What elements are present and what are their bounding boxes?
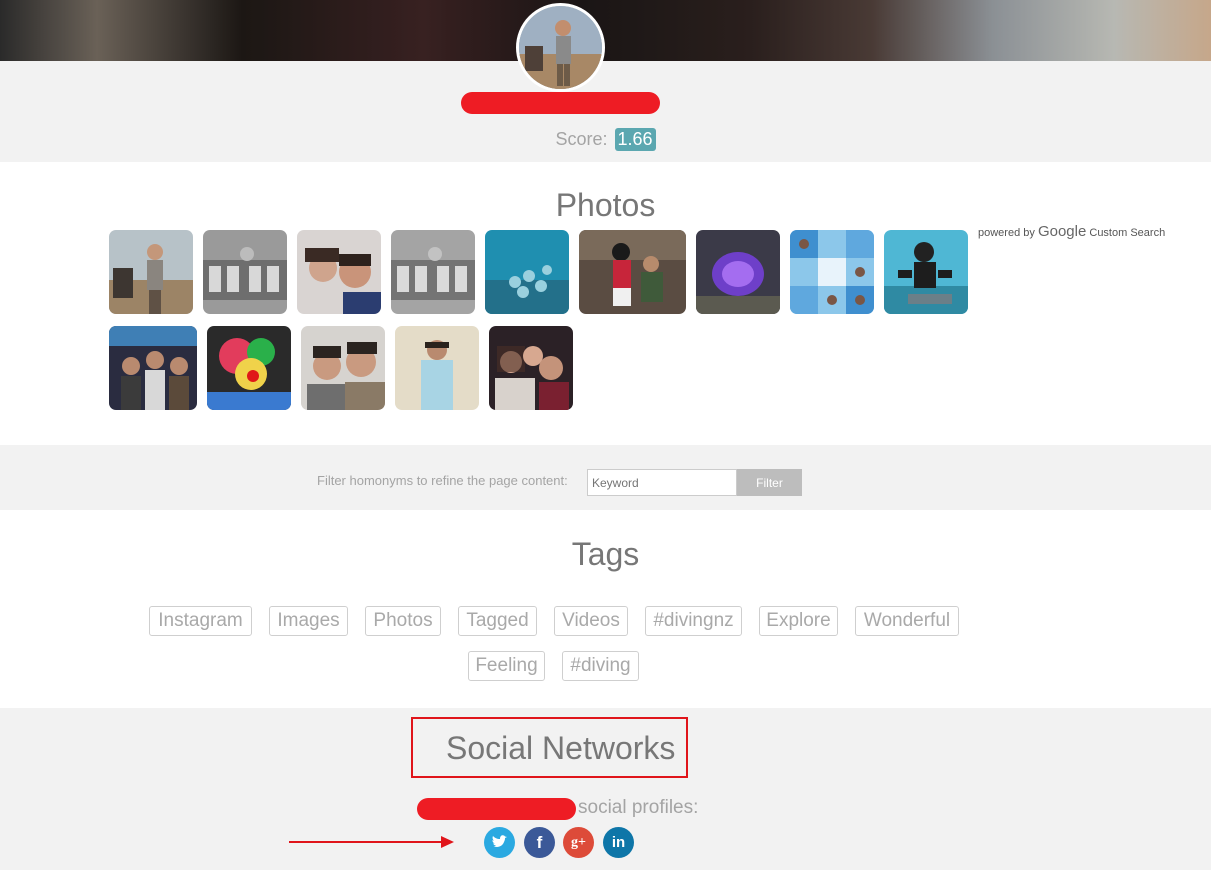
photo-image <box>203 230 287 314</box>
photo-image <box>395 326 479 410</box>
photo-thumbnail[interactable] <box>109 326 197 410</box>
score-badge: 1.66 <box>614 128 656 151</box>
photo-image <box>579 230 686 314</box>
twitter-bird-glyph <box>492 835 507 847</box>
facebook-icon[interactable]: f <box>524 827 555 858</box>
tag-chip[interactable]: Videos <box>554 606 628 636</box>
photo-image <box>109 230 193 314</box>
photo-thumbnail[interactable] <box>391 230 475 314</box>
annotation-arrow <box>289 841 444 843</box>
photo-thumbnail[interactable] <box>301 326 385 410</box>
cover-banner <box>0 0 1211 61</box>
photo-thumbnail[interactable] <box>489 326 573 410</box>
tag-chip[interactable]: Photos <box>365 606 441 636</box>
photo-image <box>109 326 197 410</box>
google-logo: Google <box>1037 223 1087 240</box>
photo-thumbnail[interactable] <box>790 230 874 314</box>
photo-thumbnail[interactable] <box>579 230 686 314</box>
photo-thumbnail[interactable] <box>203 230 287 314</box>
tag-chip[interactable]: Images <box>269 606 348 636</box>
photo-thumbnail[interactable] <box>297 230 381 314</box>
tag-chip[interactable]: #diving <box>562 651 639 681</box>
photo-thumbnail[interactable] <box>395 326 479 410</box>
score-line: Score: 1.66 <box>0 128 1211 151</box>
photo-thumbnail[interactable] <box>207 326 291 410</box>
photo-thumbnail[interactable] <box>696 230 780 314</box>
photo-image <box>696 230 780 314</box>
tag-chip[interactable]: Explore <box>759 606 838 636</box>
photos-section-title: Photos <box>555 187 656 223</box>
tag-chip[interactable]: Instagram <box>149 606 252 636</box>
tag-chip[interactable]: Wonderful <box>855 606 959 636</box>
photo-image <box>485 230 569 314</box>
google-custom-search-badge[interactable]: powered by Google Custom Search <box>978 223 1165 240</box>
redacted-name-mark <box>461 92 660 114</box>
social-networks-title: Social Networks <box>446 730 676 766</box>
powered-by-label: powered by <box>978 227 1035 239</box>
photo-image <box>301 326 385 410</box>
score-label: Score: <box>555 129 608 149</box>
filter-button[interactable]: Filter <box>737 469 802 496</box>
avatar-image <box>519 6 602 89</box>
photo-thumbnail[interactable] <box>884 230 968 314</box>
photo-image <box>207 326 291 410</box>
photo-image <box>297 230 381 314</box>
tag-chip[interactable]: Tagged <box>458 606 537 636</box>
tag-chip[interactable]: Feeling <box>468 651 545 681</box>
filter-label: Filter homonyms to refine the page conte… <box>317 473 568 488</box>
tag-chip[interactable]: #divingnz <box>645 606 742 636</box>
custom-search-label: Custom Search <box>1089 227 1166 239</box>
photo-image <box>790 230 874 314</box>
tags-section-title: Tags <box>571 536 640 572</box>
photo-image <box>391 230 475 314</box>
social-profiles-label: social profiles: <box>578 797 699 818</box>
keyword-input[interactable] <box>587 469 737 496</box>
annotation-arrow-head <box>441 836 454 848</box>
twitter-icon[interactable] <box>484 827 515 858</box>
linkedin-icon[interactable]: in <box>603 827 634 858</box>
photo-image <box>884 230 968 314</box>
photo-image <box>489 326 573 410</box>
photo-thumbnail[interactable] <box>485 230 569 314</box>
google-plus-icon[interactable]: g+ <box>563 827 594 858</box>
redacted-name-mark <box>417 798 576 820</box>
profile-avatar[interactable] <box>516 3 605 92</box>
photo-thumbnail[interactable] <box>109 230 193 314</box>
